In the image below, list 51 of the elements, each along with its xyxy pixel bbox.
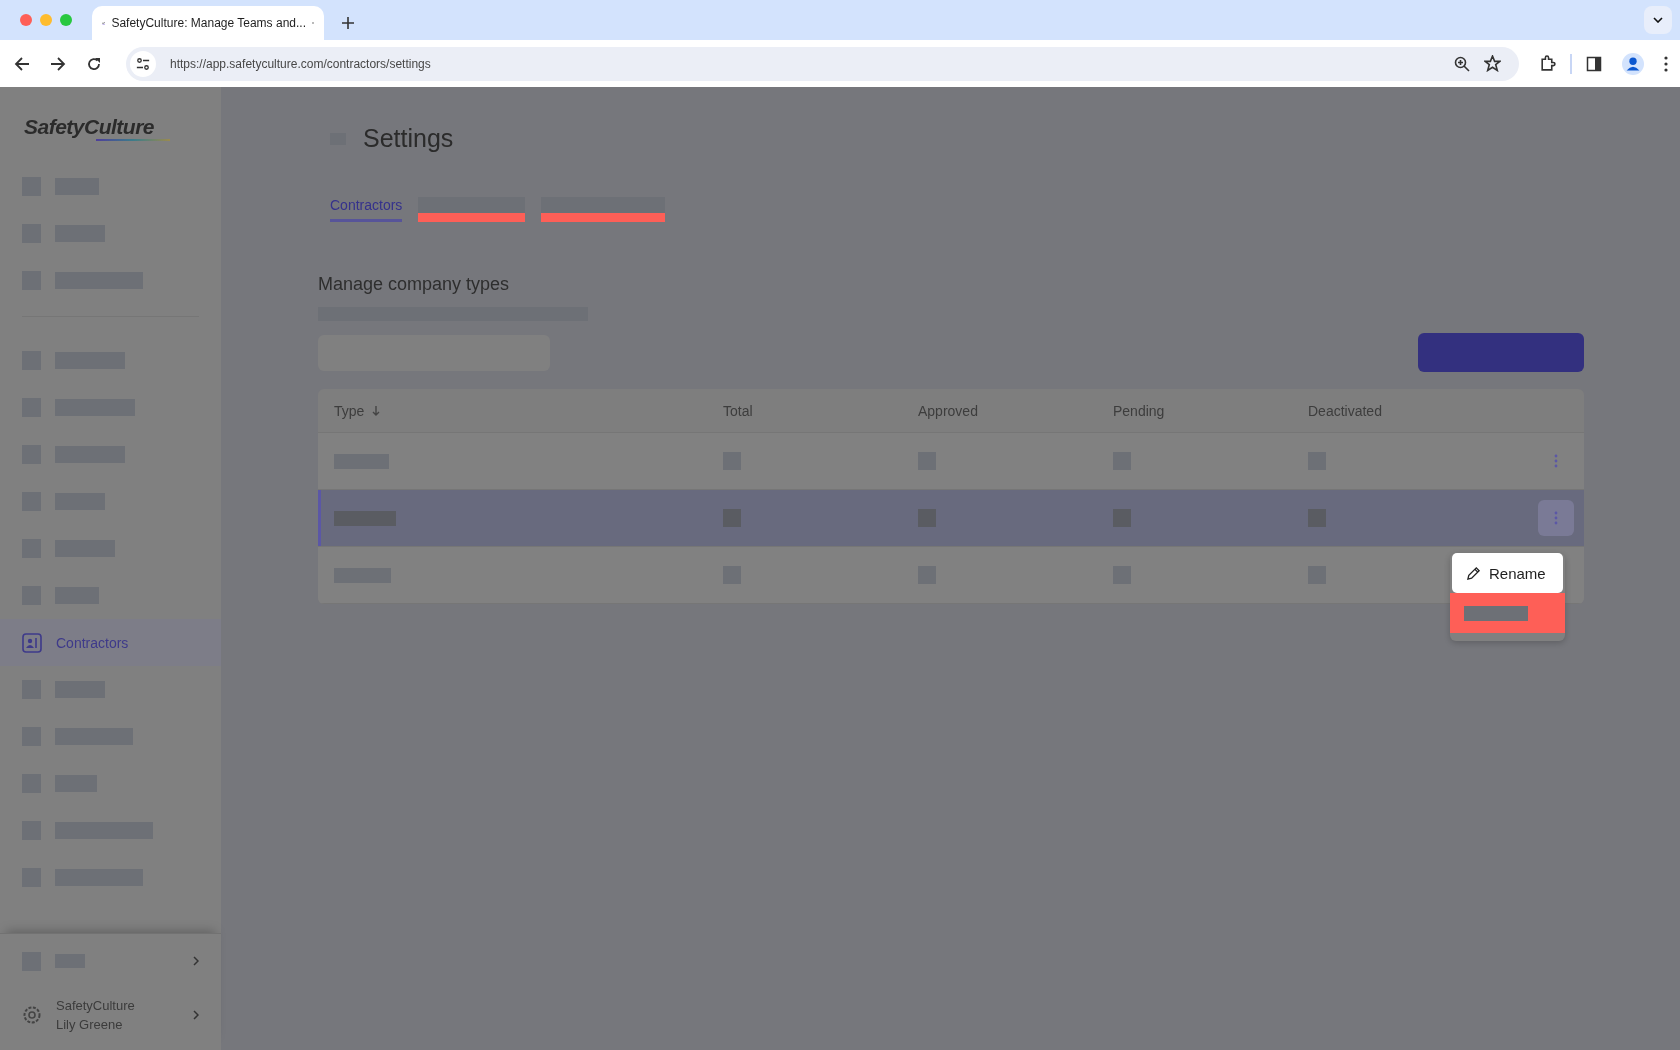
puzzle-icon[interactable]	[1539, 55, 1556, 72]
chevron-right-icon	[193, 1010, 199, 1020]
pencil-icon	[1466, 565, 1481, 581]
new-tab-icon[interactable]	[342, 17, 354, 29]
column-header[interactable]: Deactivated	[1292, 389, 1522, 432]
column-header[interactable]: Approved	[902, 389, 1097, 432]
menu-item[interactable]	[1450, 593, 1565, 633]
redacted-value	[723, 509, 741, 527]
tab[interactable]	[541, 197, 666, 222]
redacted-value	[918, 509, 936, 527]
chevron-right-icon	[193, 956, 199, 966]
contractor-card-icon	[22, 632, 42, 653]
logo: SafetyCulture	[24, 115, 170, 141]
maximize-window-icon[interactable]	[60, 14, 72, 26]
tab[interactable]	[418, 197, 526, 222]
more-options-icon[interactable]	[1664, 55, 1668, 72]
sort-arrow-icon	[372, 405, 381, 416]
more-options-button[interactable]	[1538, 500, 1574, 536]
account-button[interactable]: SafetyCulture Lily Greene	[0, 988, 221, 1042]
address-bar[interactable]: https://app.safetyculture.com/contractors/settings	[126, 46, 1519, 81]
tab-list-button[interactable]	[1644, 6, 1672, 34]
gear-icon	[22, 1005, 42, 1025]
forward-arrow-icon[interactable]	[50, 55, 66, 72]
redacted-text	[334, 510, 396, 526]
redacted-value	[1113, 509, 1131, 527]
side-panel-icon[interactable]	[1586, 55, 1602, 72]
primary-button[interactable]	[1418, 333, 1584, 372]
minimize-window-icon[interactable]	[40, 14, 52, 26]
column-header[interactable]: Type	[318, 389, 707, 432]
profile-icon[interactable]	[1622, 52, 1644, 75]
close-window-icon[interactable]	[20, 14, 32, 26]
zoom-icon[interactable]	[1454, 55, 1470, 72]
tab-title: SafetyCulture: Manage Teams and...	[111, 16, 306, 30]
more-options-icon	[1554, 511, 1558, 525]
back-arrow-icon[interactable]	[14, 55, 30, 72]
redacted-text	[1464, 605, 1528, 621]
site-settings-icon[interactable]	[130, 50, 156, 77]
chevron-down-icon	[1653, 17, 1663, 23]
sidebar-item[interactable]: Contractors	[0, 619, 221, 666]
redacted-value	[1308, 509, 1326, 527]
section-title: Manage company types	[318, 274, 511, 295]
more-options-icon	[1554, 454, 1558, 468]
star-icon[interactable]	[1484, 55, 1501, 72]
column-header[interactable]: Pending	[1097, 389, 1292, 432]
url-text: https://app.safetyculture.com/contractors/settings	[170, 56, 431, 71]
column-header[interactable]: Total	[707, 389, 902, 432]
rename-menu-item[interactable]: Rename	[1452, 553, 1563, 593]
page-title: Settings	[363, 124, 454, 153]
reload-icon[interactable]	[86, 55, 102, 72]
tab[interactable]: Contractors	[330, 197, 403, 222]
browser-tab[interactable]: SafetyCulture: Manage Teams and...	[92, 6, 324, 40]
